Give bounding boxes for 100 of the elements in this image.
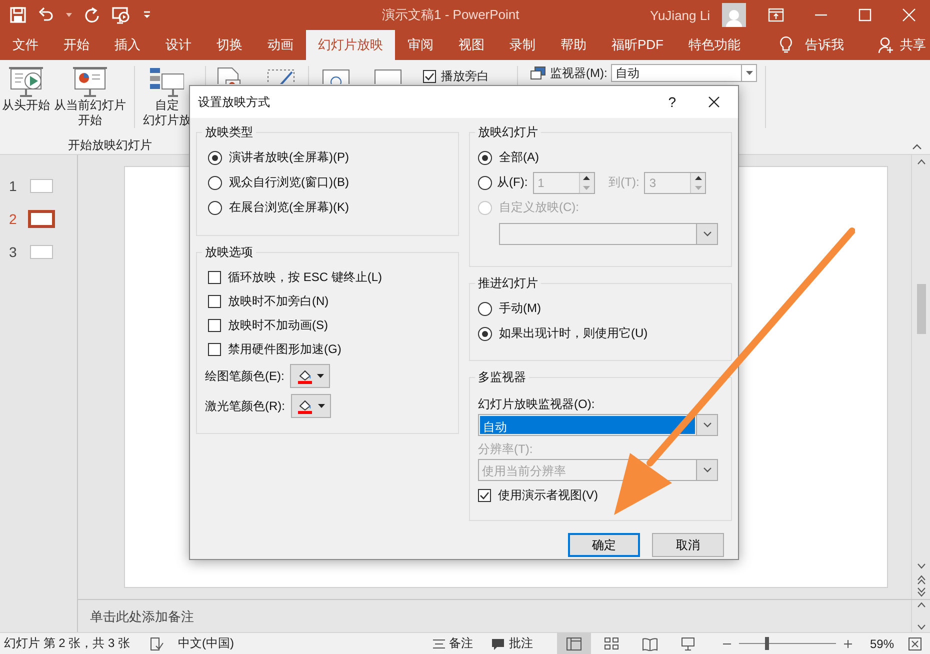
maximize-icon[interactable] [858,8,872,22]
ribbon-tab[interactable]: 帮助 [548,30,599,60]
lightbulb-icon[interactable] [779,36,793,54]
to-label: 到(T): [608,174,640,191]
monitor-label: 监视器(M): [550,64,608,82]
ribbon-button-label[interactable]: 从头开始 [2,98,50,113]
share-button[interactable]: 共享 [900,36,926,54]
radio-label: 全部(A) [499,149,539,166]
presentation-icon[interactable] [112,6,130,24]
ribbon-tab[interactable]: 特色功能 [676,30,753,60]
spin-up-icon[interactable] [694,176,702,180]
ribbon-tab[interactable]: 福昕PDF [599,30,676,60]
radio-label: 如果出现计时，则使用它(U) [499,325,648,342]
chevron-down-icon [702,467,712,473]
ribbon-button-label[interactable]: 从当前幻灯片 [54,98,126,113]
comments-button[interactable]: 批注 [508,635,533,652]
radio-button[interactable] [478,302,492,316]
caret-icon [318,404,325,408]
slide-thumbnail[interactable] [30,178,53,192]
group-title: 放映类型 [204,124,254,141]
checkbox[interactable] [208,294,221,308]
dialog-title: 设置放映方式 [198,94,271,110]
projector-chart-icon[interactable] [73,66,107,98]
group-title: 放映幻灯片 [477,124,539,141]
caret-icon[interactable] [66,13,72,17]
checkbox-label: 使用演示者视图(V) [498,487,598,504]
checkbox[interactable] [423,70,436,83]
comment-icon[interactable] [490,638,505,650]
ribbon-display-icon[interactable] [768,8,784,22]
ribbon-tab[interactable]: 动画 [255,30,306,60]
field-label: 分辨率(T): [478,440,533,458]
monitor-dropdown[interactable]: 自动 [611,64,758,82]
zoom-in-icon[interactable] [844,640,852,648]
slide-number: 3 [8,244,18,260]
group-title: 多监视器 [477,369,527,386]
color-picker[interactable] [291,394,331,418]
checkbox-label: 播放旁白 [441,68,489,85]
ribbon-button-label[interactable]: 自定 [155,98,179,113]
save-icon[interactable] [10,7,26,23]
avatar [722,3,746,27]
ribbon-tab[interactable]: 设计 [153,30,204,60]
share-icon[interactable] [878,37,894,53]
help-button[interactable]: ? [668,94,676,110]
checkbox-label: 循环放映，按 ESC 键终止(L) [228,268,382,286]
tell-me-link[interactable]: 告诉我 [805,36,844,54]
checkbox[interactable] [208,342,221,356]
monitor-dropdown[interactable]: 自动 [478,414,718,436]
ribbon-tab[interactable]: 幻灯片放映 [306,30,395,60]
chevron-down-icon [702,231,712,237]
zoom-slider-thumb[interactable] [765,637,770,650]
field-label: 幻灯片放映监视器(O): [478,396,595,412]
color-picker[interactable] [290,364,330,388]
collapse-ribbon-icon[interactable] [912,144,922,150]
radio-button[interactable] [478,150,492,164]
radio-button[interactable] [208,200,222,214]
ribbon-tab[interactable]: 视图 [446,30,497,60]
chevron-down-icon [702,422,712,428]
slide-thumbnail[interactable] [28,210,55,228]
ribbon-tab[interactable]: 审阅 [395,30,446,60]
radio-button[interactable] [208,150,222,164]
next-slide-icon[interactable] [916,585,926,600]
customize-icon[interactable] [142,10,152,20]
ribbon-tab[interactable]: 录制 [497,30,548,60]
notes-icon[interactable] [432,638,445,648]
notes-placeholder[interactable]: 单击此处添加备注 [78,600,911,632]
projector-play-icon[interactable] [9,66,43,98]
ribbon-tab[interactable]: 切换 [204,30,255,60]
dialog-button[interactable]: 确定 [568,533,640,557]
ribbon-tab[interactable]: 开始 [51,30,102,60]
caret-icon [746,71,753,75]
slide-thumbnail[interactable] [30,244,53,258]
slide-list-icon[interactable] [150,66,184,98]
radio-button[interactable] [208,176,222,190]
ribbon-tab[interactable]: 文件 [0,30,51,60]
user-name: YuJiang Li [650,8,710,22]
redo-icon[interactable] [84,7,100,23]
dialog-button[interactable]: 取消 [652,533,724,557]
caret-icon [317,374,324,378]
normal-view-icon[interactable] [556,633,591,654]
language-label[interactable]: 中文(中国) [178,635,234,652]
notes-button[interactable]: 备注 [448,635,473,652]
close-icon[interactable] [708,96,720,108]
fit-to-window-icon[interactable] [908,636,922,650]
radio-label: 从(F): [497,174,528,191]
radio-button[interactable] [478,176,492,190]
spellcheck-icon[interactable] [150,636,164,650]
checkbox[interactable] [208,318,221,332]
scroll-thumb[interactable] [916,284,926,334]
checkbox[interactable] [478,489,491,502]
previous-slide-icon[interactable] [916,573,926,586]
radio-button[interactable] [478,326,492,340]
radio-label: 观众自行浏览(窗口)(B) [229,174,349,191]
ribbon-tab[interactable]: 插入 [102,30,153,60]
scroll-down-icon[interactable] [916,622,926,632]
undo-icon[interactable] [38,7,54,23]
spin-up-icon[interactable] [583,176,590,180]
zoom-level[interactable]: 59% [870,636,894,650]
radio-label: 在展台浏览(全屏幕)(K) [229,199,349,216]
checkbox[interactable] [208,270,221,284]
ribbon-button-label[interactable]: 开始 [78,113,102,128]
